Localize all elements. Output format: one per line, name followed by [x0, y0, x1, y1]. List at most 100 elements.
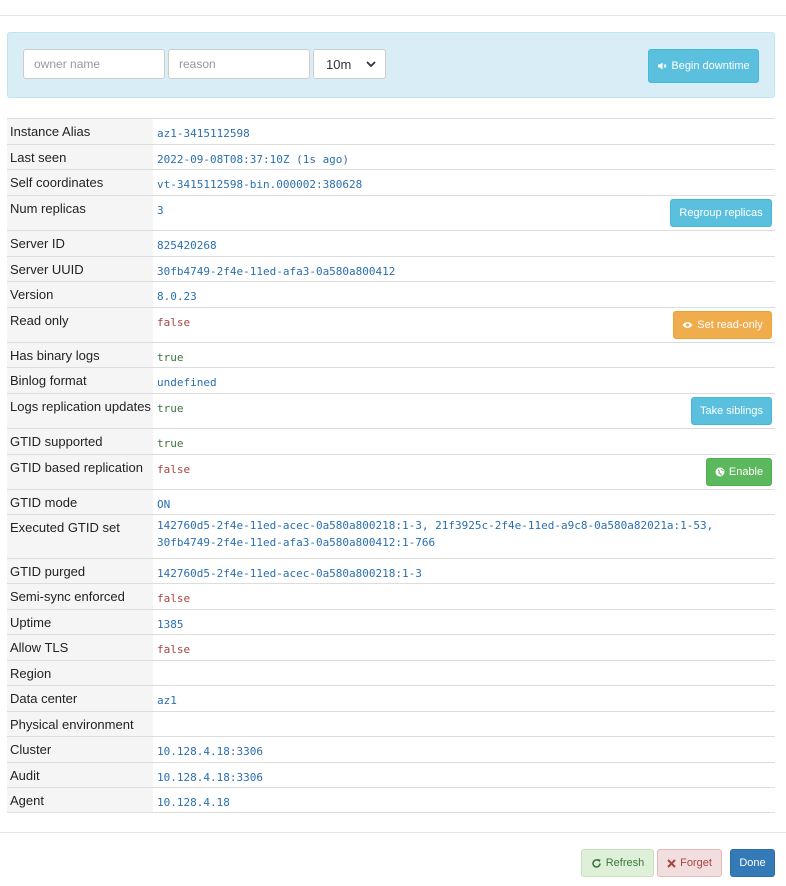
take-siblings-button[interactable]: Take siblings	[691, 397, 772, 425]
property-value: 10.128.4.18:3306	[157, 771, 263, 784]
property-row-semi-sync-enforced: Semi-sync enforced false	[7, 583, 775, 609]
property-value: 8.0.23	[157, 290, 197, 303]
property-label: Executed GTID set	[7, 515, 153, 558]
forget-button[interactable]: Forget	[657, 849, 722, 877]
property-value: true	[157, 437, 184, 450]
property-label: Server UUID	[7, 257, 153, 281]
property-value: false	[157, 592, 191, 605]
property-row-allow-tls: Allow TLS false	[7, 634, 775, 660]
property-value: 142760d5-2f4e-11ed-acec-0a580a800218:1-3	[157, 567, 422, 580]
property-label: Agent	[7, 788, 153, 812]
property-row-gtid-purged: GTID purged 142760d5-2f4e-11ed-acec-0a58…	[7, 558, 775, 583]
property-value: az1	[157, 694, 177, 707]
property-label: Has binary logs	[7, 343, 153, 367]
property-value: undefined	[157, 376, 217, 389]
property-value: 2022-09-08T08:37:10Z (1s ago)	[157, 153, 350, 166]
executed-gtid-line-2: 30fb4749-2f4e-11ed-afa3-0a580a800412:1-7…	[157, 536, 436, 549]
property-row-data-center: Data center az1	[7, 685, 775, 711]
property-label: GTID based replication	[7, 455, 153, 489]
property-label: GTID supported	[7, 429, 153, 454]
property-label: Instance Alias	[7, 119, 153, 144]
set-read-only-label: Set read-only	[697, 319, 763, 331]
property-value: 142760d5-2f4e-11ed-acec-0a580a800218:1-3…	[157, 517, 775, 551]
property-label: Binlog format	[7, 368, 153, 393]
property-value: true	[157, 402, 184, 415]
property-row-audit: Audit 10.128.4.18:3306	[7, 762, 775, 787]
property-row-has-binary-logs: Has binary logs true	[7, 342, 775, 367]
property-value: vt-3415112598-bin.000002:380628	[157, 178, 363, 191]
take-siblings-label: Take siblings	[700, 405, 763, 417]
close-icon	[667, 858, 676, 868]
reason-input[interactable]	[168, 49, 310, 79]
top-divider	[0, 15, 786, 16]
property-row-executed-gtid-set: Executed GTID set 142760d5-2f4e-11ed-ace…	[7, 514, 775, 558]
property-row-last-seen: Last seen 2022-09-08T08:37:10Z (1s ago)	[7, 144, 775, 169]
property-label: Physical environment	[7, 712, 153, 736]
begin-downtime-button[interactable]: Begin downtime	[648, 49, 759, 83]
footer-divider	[0, 832, 786, 833]
forget-label: Forget	[680, 857, 712, 869]
property-row-logs-replication-updates: Logs replication updates true Take sibli…	[7, 393, 775, 428]
refresh-button[interactable]: Refresh	[581, 849, 654, 877]
property-value: 1385	[157, 618, 184, 631]
property-row-gtid-mode: GTID mode ON	[7, 489, 775, 514]
refresh-label: Refresh	[605, 857, 645, 869]
property-value: false	[157, 643, 191, 656]
downtime-panel: 10m Begin downtime	[7, 32, 775, 98]
duration-value: 10m	[326, 57, 352, 72]
property-row-gtid-supported: GTID supported true	[7, 428, 775, 454]
property-label: Uptime	[7, 610, 153, 634]
property-row-num-replicas: Num replicas 3 Regroup replicas	[7, 195, 775, 230]
property-label: GTID mode	[7, 490, 153, 514]
property-value: true	[157, 351, 184, 364]
property-value: 30fb4749-2f4e-11ed-afa3-0a580a800412	[157, 265, 396, 278]
property-row-read-only: Read only false Set read-only	[7, 307, 775, 342]
property-row-instance-alias: Instance Alias az1-3415112598	[7, 118, 775, 144]
chevron-down-icon	[366, 61, 376, 68]
regroup-replicas-button[interactable]: Regroup replicas	[670, 199, 772, 227]
set-read-only-button[interactable]: Set read-only	[673, 311, 772, 339]
property-label: Allow TLS	[7, 635, 153, 660]
begin-downtime-label: Begin downtime	[671, 60, 750, 72]
regroup-replicas-label: Regroup replicas	[679, 207, 763, 219]
property-label: Self coordinates	[7, 170, 153, 195]
property-row-agent: Agent 10.128.4.18	[7, 787, 775, 813]
property-label: Audit	[7, 763, 153, 787]
property-label: Semi-sync enforced	[7, 584, 153, 609]
property-row-gtid-based-replication: GTID based replication false Enable	[7, 454, 775, 489]
property-label: Region	[7, 661, 153, 685]
property-row-cluster: Cluster 10.128.4.18:3306	[7, 736, 775, 762]
done-button[interactable]: Done	[730, 849, 775, 877]
property-label: Data center	[7, 686, 153, 711]
executed-gtid-line-1: 142760d5-2f4e-11ed-acec-0a580a800218:1-3…	[157, 519, 714, 532]
property-row-version: Version 8.0.23	[7, 281, 775, 307]
globe-icon	[715, 467, 725, 477]
property-value: 10.128.4.18:3306	[157, 745, 263, 758]
property-label: Num replicas	[7, 196, 153, 230]
property-row-server-id: Server ID 825420268	[7, 230, 775, 256]
property-value: false	[157, 463, 191, 476]
property-row-physical-environment: Physical environment	[7, 711, 775, 736]
property-label: Logs replication updates	[7, 394, 153, 428]
owner-name-input[interactable]	[23, 49, 165, 79]
property-row-self-coordinates: Self coordinates vt-3415112598-bin.00000…	[7, 169, 775, 195]
enable-gtid-button[interactable]: Enable	[706, 458, 772, 486]
property-value: az1-3415112598	[157, 127, 250, 140]
property-row-region: Region	[7, 660, 775, 685]
property-row-uptime: Uptime 1385	[7, 609, 775, 634]
property-label: Version	[7, 282, 153, 307]
volume-off-icon	[658, 62, 667, 70]
property-value: 825420268	[157, 239, 217, 252]
property-row-binlog-format: Binlog format undefined	[7, 367, 775, 393]
property-value: 10.128.4.18	[157, 796, 230, 809]
refresh-icon	[592, 858, 601, 868]
eye-icon	[682, 322, 693, 328]
property-value: ON	[157, 498, 171, 511]
enable-gtid-label: Enable	[728, 466, 764, 478]
property-row-server-uuid: Server UUID 30fb4749-2f4e-11ed-afa3-0a58…	[7, 256, 775, 281]
property-label: Last seen	[7, 145, 153, 169]
property-label: Read only	[7, 308, 153, 342]
duration-select[interactable]: 10m	[313, 49, 386, 79]
property-label: Cluster	[7, 737, 153, 762]
instance-properties-table: Instance Alias az1-3415112598 Last seen …	[7, 118, 775, 813]
